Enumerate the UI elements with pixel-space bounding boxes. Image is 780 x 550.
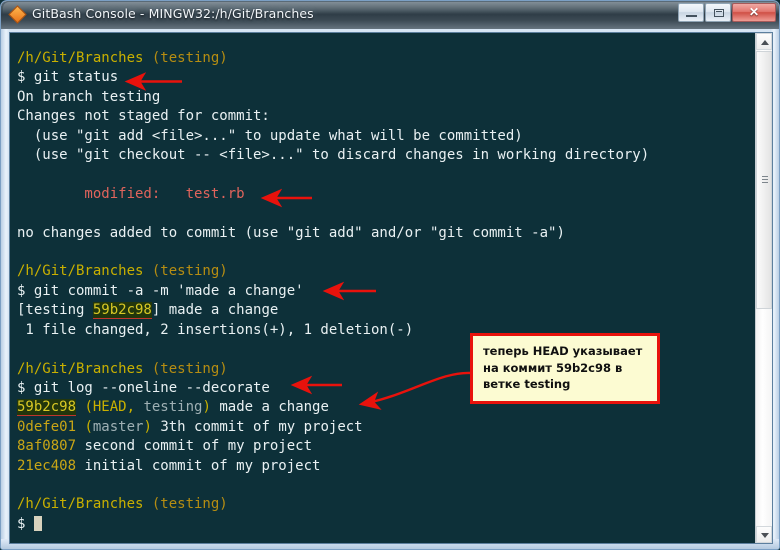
terminal-screen[interactable]: /h/Git/Branches (testing) $ git status O…	[10, 33, 756, 543]
console-segment: $ git log --oneline --decorate	[17, 379, 270, 396]
callout-line-1: теперь HEAD указывает	[483, 344, 643, 358]
close-icon: ✕	[748, 5, 760, 19]
title-bar[interactable]: GitBash Console - MINGW32:/h/Git/Branche…	[1, 1, 779, 29]
console-segment: (	[76, 418, 93, 435]
console-segment: 1 file changed, 2 insertions(+), 1 delet…	[17, 321, 414, 338]
console-segment: 21ec408	[17, 457, 77, 474]
console-segment: 59b2c98	[17, 399, 77, 417]
console-segment: /h/Git/Branches	[17, 50, 152, 66]
console-output: /h/Git/Branches (testing) $ git status O…	[17, 49, 752, 534]
console-segment: Changes not staged for commit:	[17, 108, 270, 125]
console-segment: (HEAD,	[76, 399, 144, 416]
console-segment: $ git status	[17, 69, 119, 86]
chevron-down-icon	[761, 533, 769, 538]
scroll-up-button[interactable]	[756, 33, 772, 50]
console-segment: $	[17, 515, 34, 532]
console-segment: )	[202, 399, 211, 416]
console-segment: [testing	[17, 302, 93, 319]
console-segment: (use "git checkout -- <file>..." to disc…	[17, 147, 650, 164]
console-segment: master	[92, 418, 144, 435]
console-segment: /h/Git/Branches	[17, 360, 152, 377]
console-segment: (testing)	[151, 496, 228, 513]
scrollbar-thumb[interactable]	[756, 51, 772, 309]
console-segment: (use "git add <file>..." to update what …	[17, 127, 523, 144]
console-segment: )	[143, 418, 152, 435]
console-segment: On branch testing	[17, 88, 161, 105]
app-diamond-icon[interactable]	[8, 5, 27, 24]
diamond-shape	[8, 5, 27, 24]
maximize-button[interactable]	[705, 3, 731, 22]
console-segment: ] made a change	[151, 302, 279, 319]
console-segment: no changes added to commit (use "git add…	[17, 224, 565, 241]
scroll-down-button[interactable]	[756, 526, 772, 543]
console-segment: $ git commit -a -m 'made a change'	[17, 282, 304, 299]
window-title: GitBash Console - MINGW32:/h/Git/Branche…	[32, 6, 314, 21]
minimize-button[interactable]	[678, 3, 704, 22]
minimize-icon	[686, 15, 697, 17]
scrollbar-grip-icon	[762, 176, 768, 184]
maximize-icon	[714, 9, 724, 17]
window-controls: ✕	[678, 3, 776, 22]
console-segment: testing	[143, 399, 203, 416]
callout-line-2: на коммит 59b2c98 в	[483, 360, 623, 375]
terminal-content: /h/Git/Branches (testing) $ git status O…	[17, 49, 752, 534]
application-window: GitBash Console - MINGW32:/h/Git/Branche…	[0, 0, 780, 550]
console-segment: second commit of my project	[76, 438, 313, 455]
callout-line-3: ветке testing	[483, 377, 571, 391]
console-segment: 0defe01	[17, 418, 77, 435]
terminal-frame: /h/Git/Branches (testing) $ git status O…	[9, 32, 773, 544]
console-segment: 8af0807	[17, 438, 77, 455]
console-segment: /h/Git/Branches	[17, 263, 152, 280]
console-segment: /h/Git/Branches	[17, 496, 152, 513]
console-segment: (testing)	[151, 50, 228, 66]
console-segment: made a change	[210, 399, 329, 416]
chevron-up-icon	[761, 40, 769, 45]
close-button[interactable]: ✕	[732, 3, 776, 22]
console-segment: 3th commit of my project	[151, 418, 363, 435]
console-segment: (testing)	[151, 360, 228, 377]
terminal-scrollbar[interactable]	[755, 33, 772, 543]
console-segment: initial commit of my project	[76, 457, 321, 474]
annotation-callout: теперь HEAD указывает на коммит 59b2c98 …	[470, 333, 660, 404]
console-segment: modified: test.rb	[17, 185, 245, 202]
terminal-cursor	[33, 515, 42, 531]
console-segment: (testing)	[151, 263, 228, 280]
console-segment: 59b2c98	[92, 302, 152, 320]
